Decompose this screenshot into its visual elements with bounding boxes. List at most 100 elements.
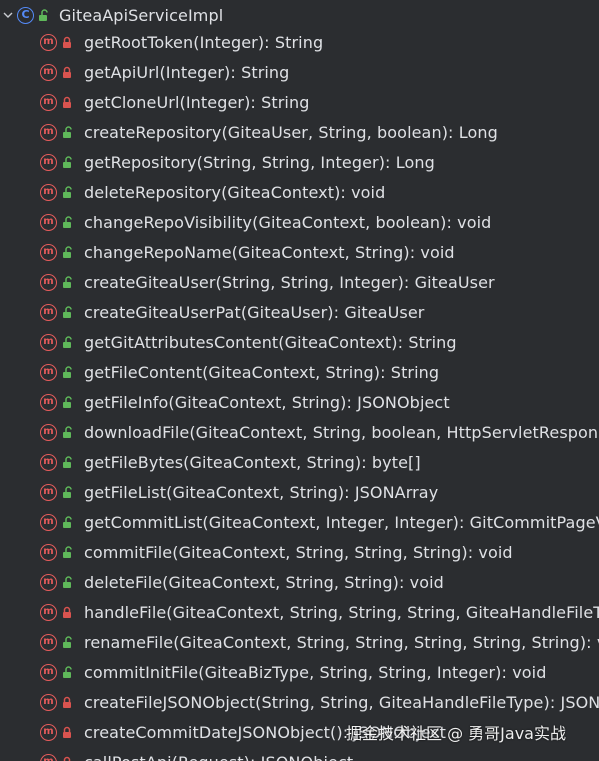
expand-arrow-icon[interactable]	[3, 10, 13, 20]
structure-tree: C GiteaApiServiceImpl m getRootToken(Inte…	[0, 0, 599, 761]
method-icon: m	[40, 633, 57, 651]
method-row[interactable]: m getCommitList(GiteaContext, Integer, In…	[40, 507, 599, 537]
method-signature: getRootToken(Integer): String	[84, 32, 324, 52]
method-icon: m	[40, 363, 57, 381]
method-icon: m	[40, 693, 57, 711]
public-unlock-icon	[63, 305, 72, 318]
method-signature: getCommitList(GiteaContext, Integer, Int…	[84, 512, 599, 532]
method-signature: createGiteaUser(String, String, Integer)…	[84, 272, 495, 292]
method-signature: getRepository(String, String, Integer): …	[84, 152, 435, 172]
method-icon: m	[40, 663, 57, 681]
method-signature: deleteRepository(GiteaContext): void	[84, 182, 386, 202]
method-signature: handleFile(GiteaContext, String, String,…	[84, 602, 599, 622]
private-lock-icon	[63, 726, 71, 738]
method-row[interactable]: m commitInitFile(GiteaBizType, String, St…	[40, 657, 546, 687]
method-row[interactable]: m createFileJSONObject(String, String, Gi…	[40, 687, 599, 717]
public-unlock-icon	[63, 545, 72, 558]
method-row[interactable]: m downloadFile(GiteaContext, String, bool…	[40, 417, 599, 447]
method-icon: m	[40, 273, 57, 291]
method-row[interactable]: m getRootToken(Integer): String	[40, 27, 323, 57]
method-signature: callPostApi(Request): JSONObject	[84, 753, 353, 761]
method-signature: getCloneUrl(Integer): String	[84, 92, 310, 112]
public-unlock-icon	[63, 515, 72, 528]
method-icon: m	[40, 483, 57, 501]
public-unlock-icon	[63, 275, 72, 288]
method-row[interactable]: m createGiteaUserPat(GiteaUser): GiteaUse…	[40, 297, 424, 327]
public-unlock-icon	[63, 485, 72, 498]
method-signature: deleteFile(GiteaContext, String, String)…	[84, 572, 444, 592]
public-unlock-icon	[63, 395, 72, 408]
public-unlock-icon	[63, 215, 72, 228]
method-icon: m	[40, 573, 57, 591]
method-row[interactable]: m renameFile(GiteaContext, String, String…	[40, 627, 599, 657]
method-icon: m	[40, 393, 57, 411]
method-row[interactable]: m getFileBytes(GiteaContext, String): byt…	[40, 447, 421, 477]
method-row[interactable]: m createRepository(GiteaUser, String, boo…	[40, 117, 498, 147]
method-row[interactable]: m createGiteaUser(String, String, Integer…	[40, 267, 495, 297]
method-row[interactable]: m getRepository(String, String, Integer):…	[40, 147, 435, 177]
method-icon: m	[40, 123, 57, 141]
method-row[interactable]: m commitFile(GiteaContext, String, String…	[40, 537, 513, 567]
method-icon: m	[40, 153, 57, 171]
method-signature: getFileList(GiteaContext, String): JSONA…	[84, 482, 439, 502]
private-lock-icon	[63, 96, 71, 108]
private-lock-icon	[63, 606, 71, 618]
public-unlock-icon	[63, 665, 72, 678]
public-unlock-icon	[63, 575, 72, 588]
private-lock-icon	[63, 36, 71, 48]
public-unlock-icon	[63, 635, 72, 648]
method-row[interactable]: m getFileList(GiteaContext, String): JSON…	[40, 477, 438, 507]
public-unlock-icon	[63, 155, 72, 168]
method-icon: m	[40, 333, 57, 351]
method-signature: changeRepoVisibility(GiteaContext, boole…	[84, 212, 492, 232]
method-icon: m	[40, 63, 57, 81]
method-row[interactable]: m deleteFile(GiteaContext, String, String…	[40, 567, 444, 597]
method-row[interactable]: m getCloneUrl(Integer): String	[40, 87, 309, 117]
method-icon: m	[40, 723, 57, 741]
method-signature: downloadFile(GiteaContext, String, boole…	[84, 422, 599, 442]
method-icon: m	[40, 243, 57, 261]
method-icon: m	[40, 93, 57, 111]
class-icon: C	[17, 6, 34, 24]
private-lock-icon	[63, 696, 71, 708]
method-icon: m	[40, 33, 57, 51]
method-signature: changeRepoName(GiteaContext, String): vo…	[84, 242, 455, 262]
method-row[interactable]: m changeRepoName(GiteaContext, String): v…	[40, 237, 455, 267]
method-signature: getApiUrl(Integer): String	[84, 62, 290, 82]
method-signature: getGitAttributesContent(GiteaContext): S…	[84, 332, 457, 352]
method-row[interactable]: m deleteRepository(GiteaContext): void	[40, 177, 385, 207]
class-name: GiteaApiServiceImpl	[59, 5, 224, 25]
method-icon: m	[40, 423, 57, 441]
method-icon: m	[40, 303, 57, 321]
method-icon: m	[40, 453, 57, 471]
method-signature: commitFile(GiteaContext, String, String,…	[84, 542, 513, 562]
method-signature: renameFile(GiteaContext, String, String,…	[84, 632, 599, 652]
public-visibility-icon	[39, 8, 48, 21]
method-icon: m	[40, 213, 57, 231]
public-unlock-icon	[63, 245, 72, 258]
method-signature: commitInitFile(GiteaBizType, String, Str…	[84, 662, 547, 682]
watermark: 掘金技术社区 @ 勇哥Java实战	[346, 724, 566, 743]
method-row[interactable]: m getFileInfo(GiteaContext, String): JSON…	[40, 387, 450, 417]
method-row[interactable]: m handleFile(GiteaContext, String, String…	[40, 597, 599, 627]
method-signature: getFileContent(GiteaContext, String): St…	[84, 362, 440, 382]
public-unlock-icon	[63, 185, 72, 198]
method-row[interactable]: m getApiUrl(Integer): String	[40, 57, 289, 87]
method-icon: m	[40, 183, 57, 201]
method-icon: m	[40, 543, 57, 561]
method-signature: createFileJSONObject(String, String, Git…	[84, 692, 599, 712]
method-row[interactable]: m callPostApi(Request): JSONObject	[40, 747, 353, 761]
public-unlock-icon	[63, 455, 72, 468]
method-row[interactable]: m changeRepoVisibility(GiteaContext, bool…	[40, 207, 491, 237]
private-lock-icon	[63, 66, 71, 78]
method-signature: getFileInfo(GiteaContext, String): JSONO…	[84, 392, 450, 412]
public-unlock-icon	[63, 425, 72, 438]
public-unlock-icon	[63, 125, 72, 138]
class-node-row[interactable]: C GiteaApiServiceImpl	[0, 0, 223, 30]
method-row[interactable]: m getGitAttributesContent(GiteaContext): …	[40, 327, 457, 357]
method-signature: createRepository(GiteaUser, String, bool…	[84, 122, 498, 142]
method-icon: m	[40, 513, 57, 531]
method-row[interactable]: m getFileContent(GiteaContext, String): S…	[40, 357, 439, 387]
method-signature: createGiteaUserPat(GiteaUser): GiteaUser	[84, 302, 425, 322]
public-unlock-icon	[63, 365, 72, 378]
